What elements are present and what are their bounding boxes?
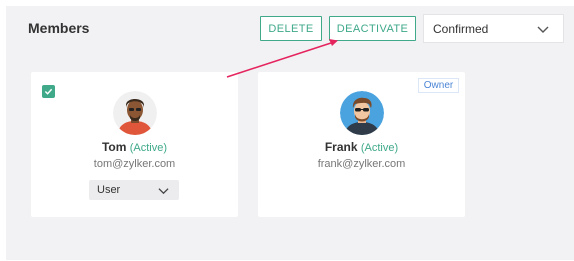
member-name-line: Frank (Active) [258, 140, 465, 154]
member-email: tom@zylker.com [93, 158, 176, 170]
owner-badge: Owner [418, 78, 459, 93]
member-email: frank@zylker.com [317, 158, 406, 170]
chevron-down-icon [158, 188, 169, 195]
page-title: Members [28, 20, 90, 36]
member-card-frank[interactable]: Owner Frank (Active) frank@zylker.com [258, 72, 465, 217]
chevron-down-icon [537, 26, 549, 33]
checkmark-icon [44, 88, 53, 95]
avatar [339, 91, 384, 135]
status-filter-select[interactable]: Confirmed [423, 14, 564, 43]
delete-button[interactable]: DELETE [260, 16, 322, 41]
member-status: (Active) [360, 142, 399, 154]
avatar [112, 91, 157, 135]
status-filter-value: Confirmed [433, 21, 489, 36]
deactivate-button[interactable]: DEACTIVATE [329, 16, 416, 41]
member-name: Frank [324, 140, 358, 154]
role-select[interactable]: User [89, 180, 179, 200]
member-select-checkbox[interactable] [42, 85, 55, 98]
member-status: (Active) [129, 142, 168, 154]
member-name-line: Tom (Active) [31, 140, 238, 154]
member-card-tom[interactable]: Tom (Active) tom@zylker.com User [31, 72, 238, 217]
role-value: User [97, 184, 121, 196]
member-name: Tom [101, 140, 127, 154]
